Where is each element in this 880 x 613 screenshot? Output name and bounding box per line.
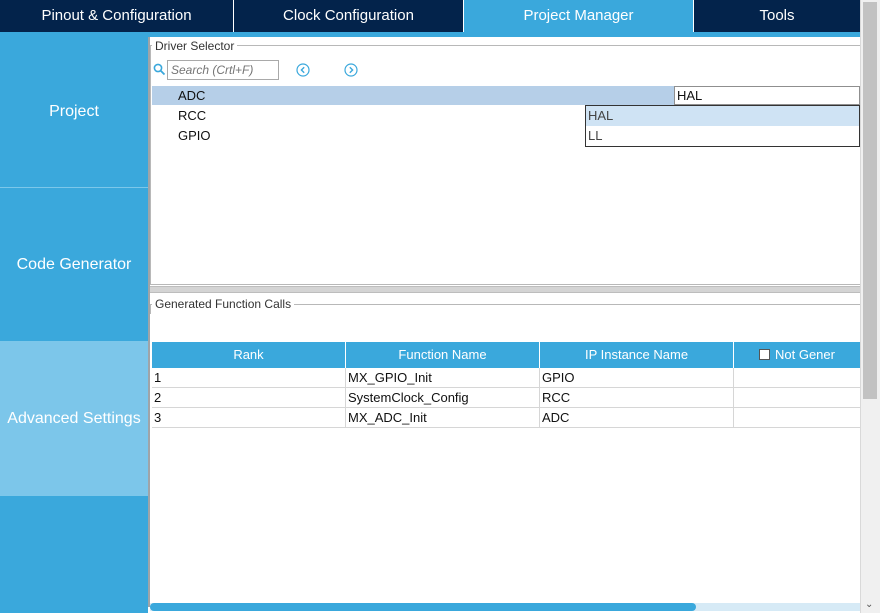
driver-selector-border-bottom	[150, 284, 860, 285]
cell-function-name: MX_ADC_Init	[346, 408, 540, 428]
tab-pinout-configuration[interactable]: Pinout & Configuration	[0, 0, 234, 32]
sidebar-item-code-generator[interactable]: Code Generator	[0, 188, 148, 342]
table-row[interactable]: 3 MX_ADC_Init ADC	[152, 408, 860, 428]
cell-rank: 1	[152, 368, 346, 388]
driver-name: ADC	[178, 88, 206, 103]
column-header-function-name[interactable]: Function Name	[346, 342, 540, 368]
search-icon	[153, 63, 166, 76]
table-row[interactable]: 1 MX_GPIO_Init GPIO	[152, 368, 860, 388]
sidebar-item-project[interactable]: Project	[0, 37, 148, 188]
driver-select-adc[interactable]: HAL	[674, 86, 860, 105]
horizontal-scrollbar-thumb[interactable]	[150, 603, 696, 611]
driver-row-adc[interactable]: ADC HAL	[152, 86, 860, 105]
sidebar: Project Code Generator Advanced Settings	[0, 37, 148, 613]
dropdown-option-ll[interactable]: LL	[586, 126, 859, 146]
chevron-left-circle-icon[interactable]	[296, 63, 310, 77]
column-header-rank[interactable]: Rank	[152, 342, 346, 368]
table-header: Rank Function Name IP Instance Name Not …	[152, 342, 860, 368]
tab-tools[interactable]: Tools	[694, 0, 860, 32]
sidebar-item-label: Advanced Settings	[7, 409, 141, 427]
driver-name: GPIO	[178, 128, 211, 143]
dropdown-option-hal[interactable]: HAL	[586, 106, 859, 126]
not-generate-all-checkbox[interactable]	[759, 349, 770, 360]
cell-not-generate[interactable]	[734, 408, 860, 428]
cell-ip-instance: GPIO	[540, 368, 734, 388]
panel-splitter[interactable]	[150, 286, 860, 293]
chevron-right-circle-icon[interactable]	[344, 63, 358, 77]
driver-selector-border-left	[150, 45, 151, 285]
search-input[interactable]	[167, 60, 279, 80]
vertical-scrollbar[interactable]: ⌄	[860, 0, 880, 613]
sidebar-item-label: Project	[49, 103, 99, 120]
horizontal-scrollbar[interactable]	[150, 603, 860, 611]
sidebar-item-advanced-settings[interactable]: Advanced Settings	[0, 342, 148, 496]
driver-selector-border	[150, 45, 860, 46]
cell-rank: 3	[152, 408, 346, 428]
tab-project-manager[interactable]: Project Manager	[464, 0, 694, 32]
generated-calls-legend: Generated Function Calls	[152, 297, 295, 311]
column-header-not-generate[interactable]: Not Gener	[734, 342, 860, 368]
chevron-down-icon[interactable]: ⌄	[865, 599, 873, 610]
cell-function-name: MX_GPIO_Init	[346, 368, 540, 388]
table-row[interactable]: 2 SystemClock_Config RCC	[152, 388, 860, 408]
cell-ip-instance: ADC	[540, 408, 734, 428]
cell-rank: 2	[152, 388, 346, 408]
cell-function-name: SystemClock_Config	[346, 388, 540, 408]
generated-calls-table: Rank Function Name IP Instance Name Not …	[152, 342, 860, 428]
cell-not-generate[interactable]	[734, 388, 860, 408]
column-header-ip-instance-name[interactable]: IP Instance Name	[540, 342, 734, 368]
top-tab-bar: Pinout & Configuration Clock Configurati…	[0, 0, 860, 32]
driver-selector-legend: Driver Selector	[152, 39, 238, 53]
cell-not-generate[interactable]	[734, 368, 860, 388]
driver-name: RCC	[178, 108, 207, 123]
cell-ip-instance: RCC	[540, 388, 734, 408]
column-header-label: Not Gener	[775, 347, 835, 362]
tab-clock-configuration[interactable]: Clock Configuration	[234, 0, 464, 32]
sidebar-item-label: Code Generator	[16, 255, 132, 273]
driver-dropdown-list: HAL LL	[585, 105, 860, 147]
generated-calls-border-left	[150, 304, 151, 314]
vertical-scrollbar-thumb[interactable]	[863, 2, 877, 399]
